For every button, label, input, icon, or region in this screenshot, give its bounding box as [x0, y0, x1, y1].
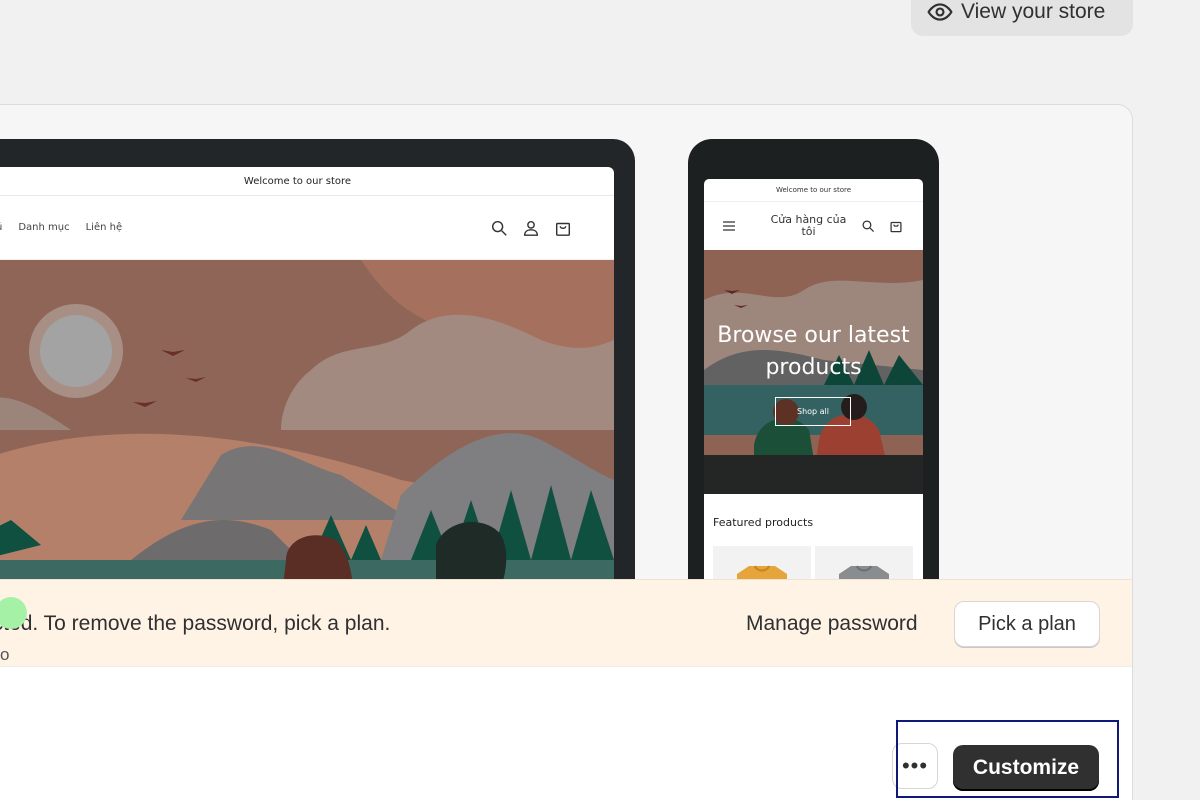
theme-meta-text: o: [0, 645, 10, 664]
nav-item-home: ú: [0, 222, 2, 233]
customize-button[interactable]: Customize: [953, 745, 1099, 791]
mobile-hero-title: Browse our latest products: [717, 323, 910, 380]
cart-icon: [555, 222, 571, 236]
view-your-store-label: View your store: [961, 0, 1106, 23]
desktop-hero-illustration: [0, 260, 614, 587]
theme-preview: Welcome to our store ú Danh mục Liên hệ: [0, 105, 1132, 599]
more-actions-button[interactable]: •••: [892, 743, 938, 789]
search-icon: [862, 220, 875, 233]
eye-icon: [927, 3, 953, 21]
mobile-store-title: Cửa hàng của tôi: [770, 213, 847, 238]
desktop-store-header: ú Danh mục Liên hệ: [0, 196, 614, 260]
hamburger-menu-icon: [723, 221, 735, 231]
desktop-announcement-bar: Welcome to our store: [0, 167, 614, 196]
nav-item-contact: Liên hệ: [85, 222, 123, 233]
nav-item-catalog: Danh mục: [18, 222, 70, 233]
password-protection-banner: ected. To remove the password, pick a pl…: [0, 579, 1132, 667]
desktop-preview-screen: Welcome to our store ú Danh mục Liên hệ: [0, 167, 614, 587]
pick-a-plan-button[interactable]: Pick a plan: [954, 601, 1100, 647]
desktop-header-icons: [490, 219, 572, 237]
search-icon: [491, 220, 507, 236]
theme-card: Welcome to our store ú Danh mục Liên hệ: [0, 104, 1133, 800]
desktop-nav: ú Danh mục Liên hệ: [0, 222, 122, 233]
mobile-hero-banner: Browse our latest products Shop all: [704, 250, 923, 494]
mobile-store-header: Cửa hàng của tôi: [704, 202, 923, 250]
mobile-announcement-bar: Welcome to our store: [704, 179, 923, 202]
account-icon: [523, 220, 539, 236]
mobile-header-icons: [861, 219, 903, 233]
featured-products-heading: Featured products: [713, 516, 814, 529]
shop-all-button: Shop all: [775, 397, 851, 426]
desktop-preview-frame: Welcome to our store ú Danh mục Liên hệ: [0, 139, 635, 599]
manage-password-link[interactable]: Manage password: [746, 612, 918, 636]
view-your-store-button[interactable]: View your store: [911, 0, 1133, 36]
mobile-preview-frame: Welcome to our store Cửa hàng của tôi Br…: [688, 139, 939, 599]
cart-icon: [890, 221, 902, 233]
password-banner-message: ected. To remove the password, pick a pl…: [0, 612, 391, 635]
mobile-preview-screen: Welcome to our store Cửa hàng của tôi Br…: [704, 179, 923, 599]
